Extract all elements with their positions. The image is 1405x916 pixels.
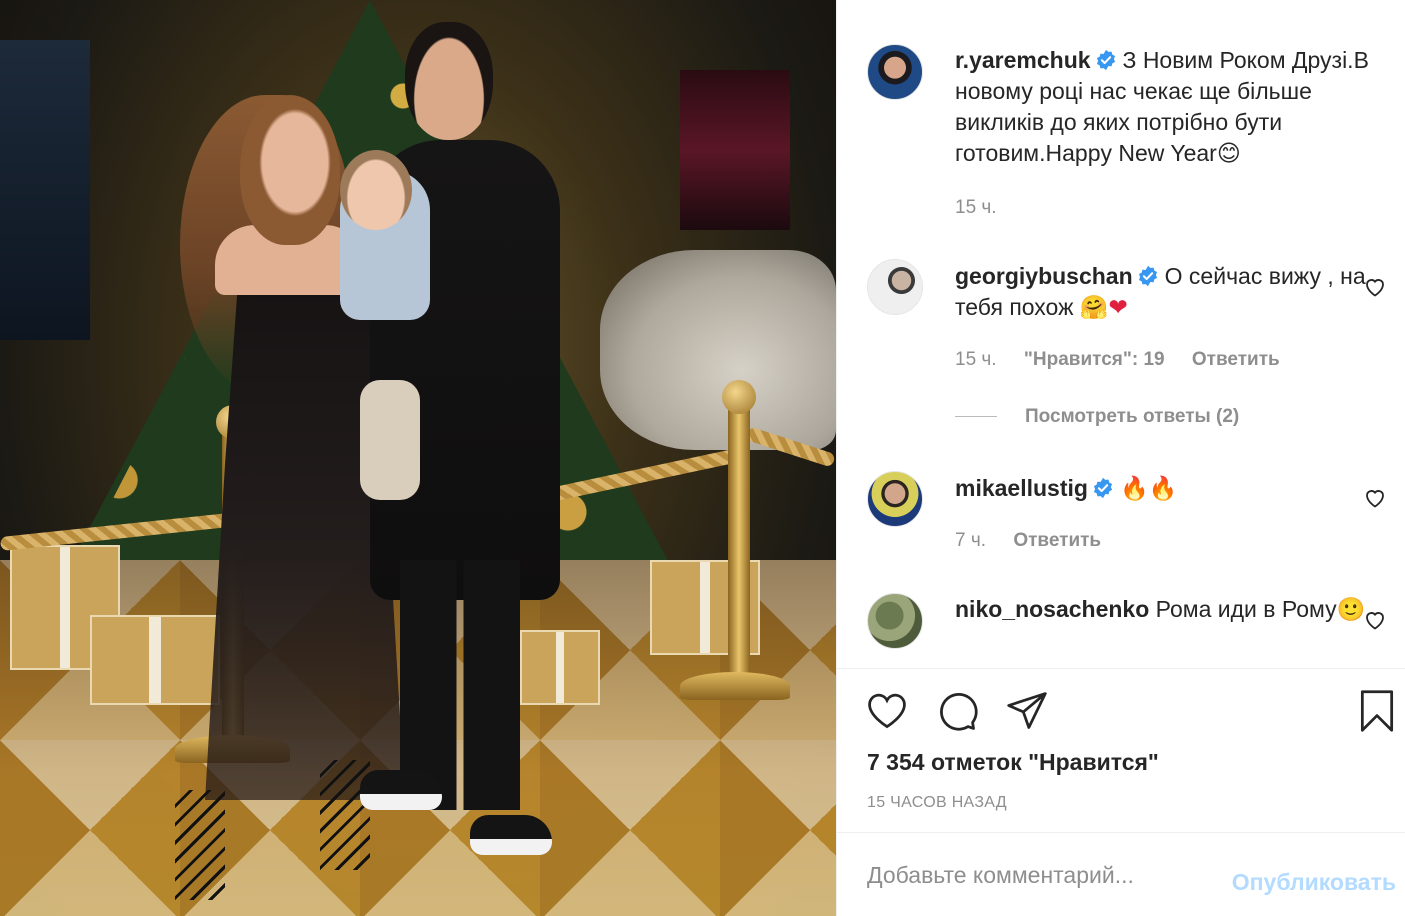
comment-username[interactable]: mikaellustig xyxy=(955,475,1088,501)
verified-badge-icon xyxy=(1096,49,1115,71)
comment-form: Опубликовать xyxy=(837,832,1405,916)
post-actions: 7 354 отметок "Нравится" 15 ЧАСОВ НАЗАД xyxy=(837,668,1405,830)
post-photo[interactable] xyxy=(0,0,836,916)
comment-emoji: 🔥🔥 xyxy=(1119,476,1178,502)
caption-time: 15 ч. xyxy=(955,197,997,218)
post-timestamp[interactable]: 15 ЧАСОВ НАЗАД xyxy=(867,794,1007,812)
caption: r.yaremchuk З Новим Роком Друзі.В новому … xyxy=(955,45,1395,170)
comment-like-heart-icon[interactable] xyxy=(1363,275,1387,299)
verified-badge-icon xyxy=(1138,265,1157,287)
reply-button[interactable]: Ответить xyxy=(1013,530,1101,551)
replies-divider xyxy=(955,416,997,418)
photo-stanchion xyxy=(728,395,750,685)
verified-badge-icon xyxy=(1093,477,1113,499)
caption-emoji: 😊 xyxy=(1216,141,1241,167)
publish-button[interactable]: Опубликовать xyxy=(1232,869,1396,896)
comment-meta: 7 ч. Ответить xyxy=(955,530,1123,552)
reply-button[interactable]: Ответить xyxy=(1192,349,1280,370)
comment-time: 15 ч. xyxy=(955,349,997,370)
comment-text: Рома иди в Рому xyxy=(1155,596,1337,622)
post-sidebar: r.yaremchuk З Новим Роком Друзі.В новому … xyxy=(836,0,1405,916)
heart-outline-icon[interactable] xyxy=(865,689,909,733)
comment: mikaellustig 🔥🔥 xyxy=(955,473,1395,505)
avatar[interactable] xyxy=(867,593,923,649)
avatar[interactable] xyxy=(867,44,923,100)
comment-username[interactable]: georgiybuschan xyxy=(955,263,1133,289)
bookmark-icon[interactable] xyxy=(1355,689,1399,733)
avatar[interactable] xyxy=(867,259,923,315)
comment-emoji: 🤗❤ xyxy=(1079,295,1128,321)
avatar[interactable] xyxy=(867,471,923,527)
comments-list[interactable]: r.yaremchuk З Новим Роком Друзі.В новому … xyxy=(837,0,1405,668)
comment-like-heart-icon[interactable] xyxy=(1363,486,1387,510)
comment: georgiybuschan О сейчас вижу , на тебя по… xyxy=(955,261,1395,324)
comment-input[interactable] xyxy=(867,857,1207,893)
comment-meta: 15 ч. "Нравится": 19 Ответить xyxy=(955,349,1302,371)
author-username[interactable]: r.yaremchuk xyxy=(955,47,1091,73)
likes-count[interactable]: 7 354 отметок "Нравится" xyxy=(867,749,1159,776)
photo-gift-box xyxy=(520,630,600,705)
photo-gift-box xyxy=(90,615,220,705)
comment-like-heart-icon[interactable] xyxy=(1363,608,1387,632)
paper-plane-icon[interactable] xyxy=(1005,689,1049,733)
view-replies-button[interactable]: Посмотреть ответы (2) xyxy=(955,406,1239,428)
comment-time: 7 ч. xyxy=(955,530,987,551)
comment: niko_nosachenko Рома иди в Рому🙂 xyxy=(955,594,1395,626)
comment-likes-button[interactable]: "Нравится": 19 xyxy=(1024,349,1165,370)
comment-emoji: 🙂 xyxy=(1336,597,1366,623)
comment-username[interactable]: niko_nosachenko xyxy=(955,596,1149,622)
comment-bubble-icon[interactable] xyxy=(935,689,979,733)
